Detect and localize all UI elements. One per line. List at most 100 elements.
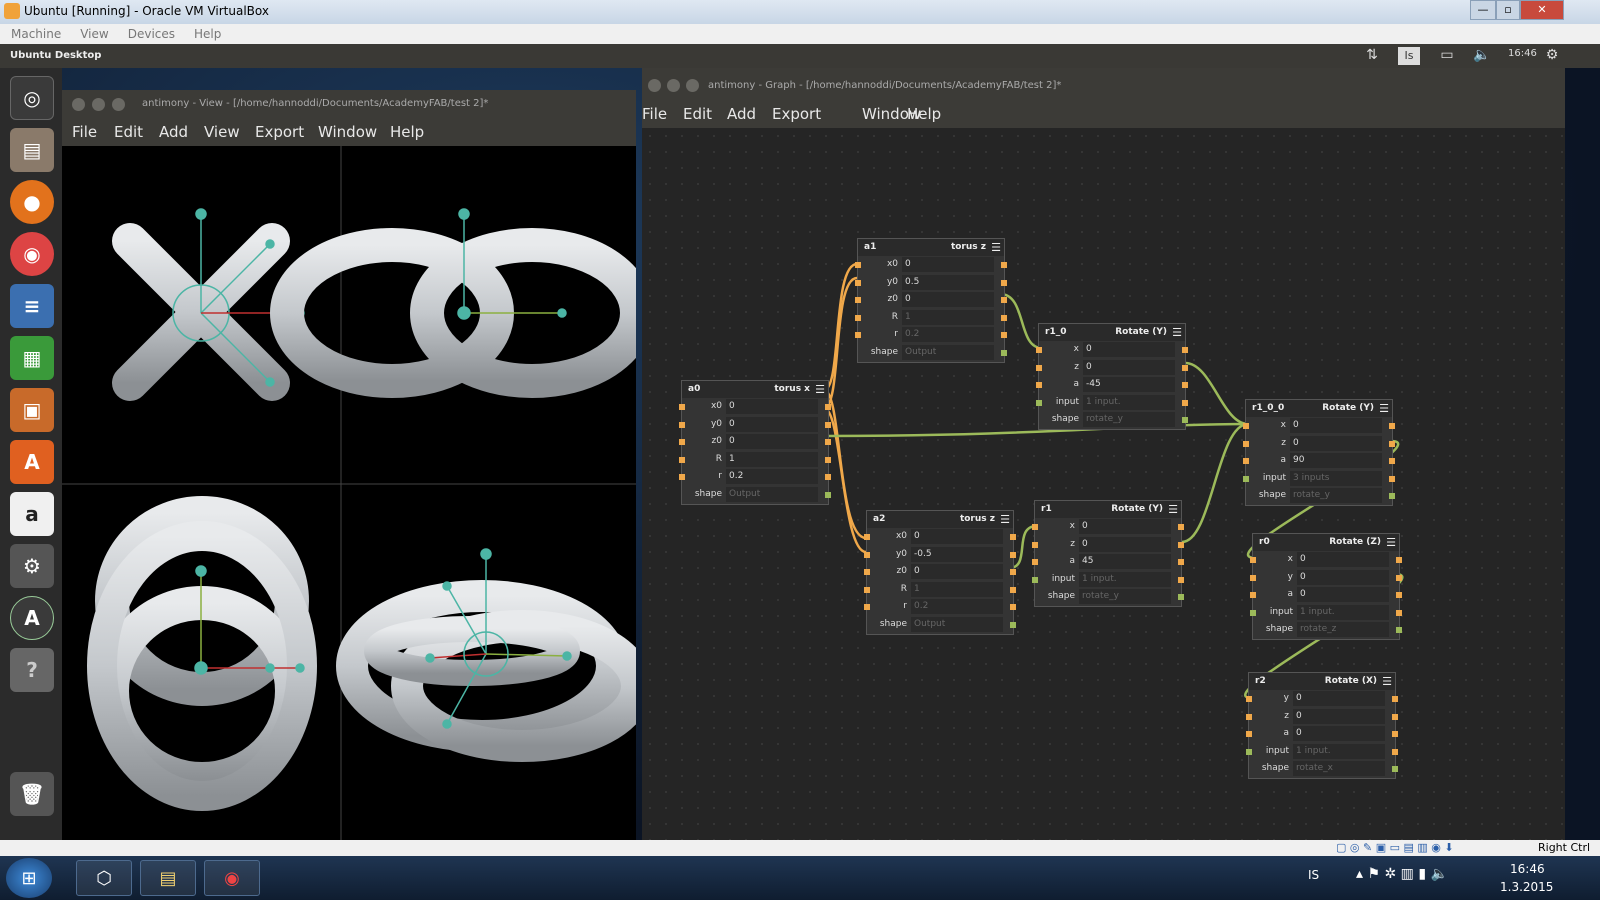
row-value-field[interactable]: 0	[1083, 342, 1175, 357]
viewport-bottom-right[interactable]	[336, 580, 636, 762]
row-value-field[interactable]: 0	[1293, 708, 1385, 724]
taskbar-explorer-icon[interactable]: ▤	[140, 860, 196, 896]
output-port[interactable]	[1182, 417, 1188, 424]
network-icon[interactable]: ⇅	[1362, 47, 1382, 65]
output-port[interactable]	[1178, 524, 1184, 530]
graph-close-button[interactable]	[648, 79, 661, 92]
panel-clock[interactable]: 16:46	[1508, 47, 1537, 65]
hamburger-menu-icon[interactable]: ☰	[815, 383, 825, 396]
view-close-button[interactable]	[72, 98, 85, 111]
node-r0[interactable]: r0 Rotate (Z) ☰ x 0 y 0 a 0 input 1 input. shape rot…	[1250, 533, 1402, 640]
output-port[interactable]	[1010, 569, 1016, 576]
node-r1_0_0[interactable]: r1_0_0 Rotate (Y) ☰ x 0 z 0 a 90 input 3 inputs sha…	[1243, 399, 1395, 506]
row-value-field[interactable]: 0	[726, 399, 818, 414]
output-port[interactable]	[1389, 458, 1395, 465]
view-menu-view[interactable]: View	[204, 123, 240, 141]
antimony-icon[interactable]: A	[10, 596, 54, 640]
row-value-field[interactable]: 1 input.	[1083, 394, 1175, 410]
node-header[interactable]: a1 torus z ☰	[858, 239, 1004, 256]
output-port[interactable]	[1396, 557, 1402, 563]
row-value-field[interactable]: 0	[1293, 726, 1385, 742]
output-port[interactable]	[1392, 748, 1398, 755]
node-name[interactable]: r2	[1255, 676, 1266, 686]
row-value-field[interactable]: 0	[902, 292, 994, 308]
output-port[interactable]	[1389, 423, 1395, 429]
row-value-field[interactable]: rotate_z	[1297, 622, 1389, 638]
node-header[interactable]: a0 torus x ☰	[682, 381, 828, 398]
row-value-field[interactable]: 0	[1290, 418, 1382, 433]
view-menu-export[interactable]: Export	[255, 123, 304, 141]
row-value-field[interactable]: 0	[911, 529, 1003, 544]
output-port[interactable]	[825, 421, 831, 428]
hamburger-menu-icon[interactable]: ☰	[1386, 536, 1396, 549]
output-port[interactable]	[1396, 574, 1402, 581]
node-name[interactable]: r1_0_0	[1252, 403, 1284, 413]
output-port[interactable]	[1001, 262, 1007, 268]
menu-machine[interactable]: Machine	[11, 27, 61, 41]
ubuntu-dash-icon[interactable]: ◎	[10, 76, 54, 120]
graph-minimize-button[interactable]	[667, 79, 680, 92]
row-value-field[interactable]: 0	[1083, 359, 1175, 375]
output-port[interactable]	[1010, 551, 1016, 558]
output-port[interactable]	[825, 491, 831, 498]
node-a1[interactable]: a1 torus z ☰ x0 0 y0 0.5 z0 0 R 1 r 0.2 shape Output	[855, 238, 1007, 363]
software-center-icon[interactable]: A	[10, 440, 54, 484]
node-a0[interactable]: a0 torus x ☰ x0 0 y0 0 z0 0 R 1 r 0.2 shape Output	[679, 380, 831, 505]
menu-view[interactable]: View	[80, 27, 108, 41]
row-value-field[interactable]: 0	[1079, 536, 1171, 552]
node-r1_0[interactable]: r1_0 Rotate (Y) ☰ x 0 z 0 a -45 input 1 input. shap…	[1036, 323, 1188, 430]
node-name[interactable]: r0	[1259, 537, 1270, 547]
output-port[interactable]	[1389, 475, 1395, 482]
row-value-field[interactable]: 1	[726, 451, 818, 467]
minimize-button[interactable]: —	[1470, 0, 1496, 20]
row-value-field[interactable]: 0.5	[902, 274, 994, 290]
row-value-field[interactable]: rotate_y	[1083, 412, 1175, 428]
battery-icon[interactable]: ▭	[1434, 47, 1460, 65]
files-icon[interactable]: ▤	[10, 128, 54, 172]
row-value-field[interactable]: 90	[1290, 453, 1382, 469]
row-value-field[interactable]: rotate_x	[1293, 761, 1385, 777]
output-port[interactable]	[1392, 713, 1398, 720]
output-port[interactable]	[1010, 534, 1016, 540]
tray-icons[interactable]: ▴ ⚑ ✲ ▥ ▮ 🔈	[1356, 866, 1448, 882]
hamburger-menu-icon[interactable]: ☰	[991, 241, 1001, 254]
output-port[interactable]	[1182, 364, 1188, 371]
graph-menu-file[interactable]: File	[642, 105, 667, 123]
view-menu-help[interactable]: Help	[390, 123, 424, 141]
hamburger-menu-icon[interactable]: ☰	[1168, 503, 1178, 516]
row-value-field[interactable]: 0	[726, 416, 818, 432]
node-header[interactable]: r1 Rotate (Y) ☰	[1035, 501, 1181, 518]
node-name[interactable]: a1	[864, 242, 876, 252]
node-header[interactable]: r1_0 Rotate (Y) ☰	[1039, 324, 1185, 341]
output-port[interactable]	[825, 456, 831, 463]
view-menu-add[interactable]: Add	[159, 123, 188, 141]
taskbar-chrome-icon[interactable]: ◉	[204, 860, 260, 896]
output-port[interactable]	[1389, 493, 1395, 500]
node-a2[interactable]: a2 torus z ☰ x0 0 y0 -0.5 z0 0 R 1 r 0.2 shape Output	[864, 510, 1016, 635]
close-button[interactable]: ✕	[1520, 0, 1564, 20]
node-name[interactable]: a0	[688, 384, 700, 394]
node-header[interactable]: r0 Rotate (Z) ☰	[1253, 534, 1399, 551]
row-value-field[interactable]: 1 input.	[1293, 743, 1385, 759]
status-device-icons[interactable]: ▢ ◎ ✎ ▣ ▭ ▤ ▥ ◉ ⬇	[1336, 841, 1454, 854]
firefox-icon[interactable]: ●	[10, 180, 54, 224]
row-value-field[interactable]: -45	[1083, 377, 1175, 393]
row-value-field[interactable]: 0.2	[726, 469, 818, 485]
hamburger-menu-icon[interactable]: ☰	[1379, 402, 1389, 415]
output-port[interactable]	[1001, 297, 1007, 304]
view-minimize-button[interactable]	[92, 98, 105, 111]
system-settings-icon[interactable]: ⚙	[10, 544, 54, 588]
view-menu-window[interactable]: Window	[318, 123, 377, 141]
row-value-field[interactable]: 0	[1297, 569, 1389, 585]
graph-canvas[interactable]: a1 torus z ☰ x0 0 y0 0.5 z0 0 R 1 r 0.2 shape Output a0…	[642, 128, 1565, 840]
output-port[interactable]	[1178, 594, 1184, 601]
output-port[interactable]	[1182, 347, 1188, 353]
output-port[interactable]	[1178, 576, 1184, 583]
hamburger-menu-icon[interactable]: ☰	[1172, 326, 1182, 339]
output-port[interactable]	[825, 474, 831, 481]
output-port[interactable]	[825, 404, 831, 410]
help-icon[interactable]: ?	[10, 648, 54, 692]
hamburger-menu-icon[interactable]: ☰	[1382, 675, 1392, 688]
view-maximize-button[interactable]	[112, 98, 125, 111]
row-value-field[interactable]: 1 input.	[1079, 571, 1171, 587]
